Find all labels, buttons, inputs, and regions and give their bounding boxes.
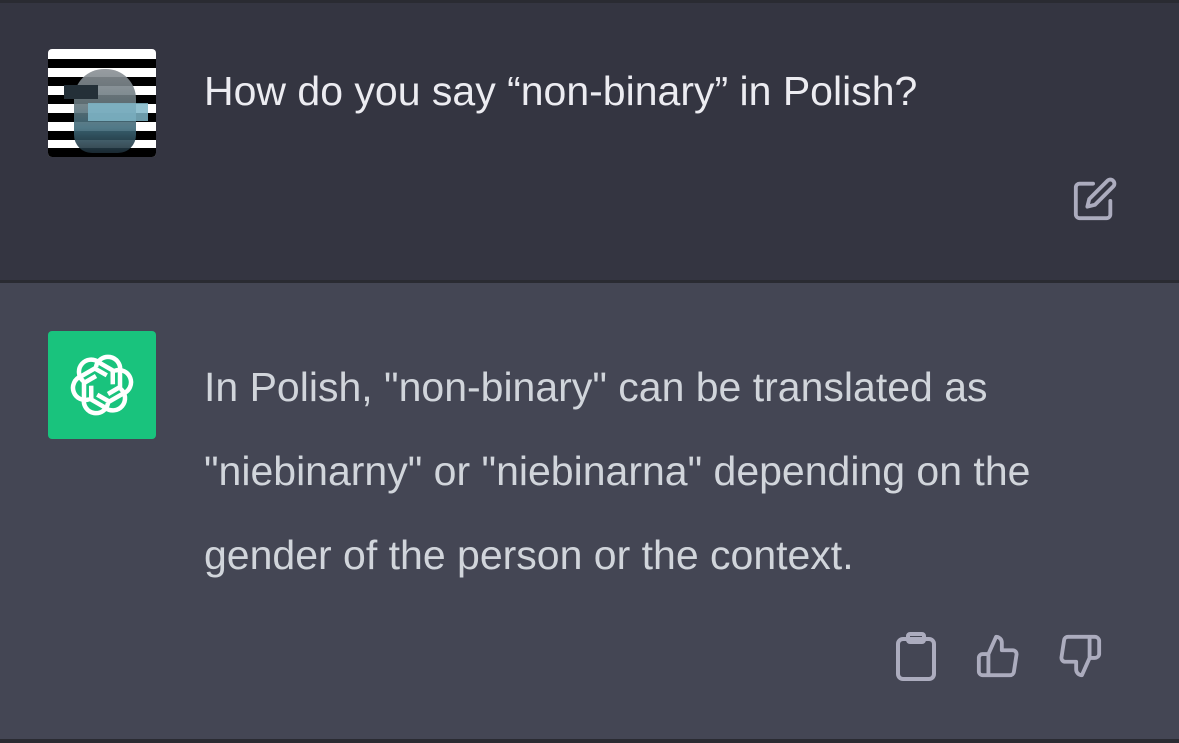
edit-icon: [1073, 177, 1117, 221]
bottom-border: [0, 739, 1179, 743]
message-actions: [888, 628, 1108, 684]
copy-icon: [896, 632, 936, 681]
user-message-text: How do you say “non-binary” in Polish?: [204, 68, 918, 114]
assistant-message-text: In Polish, "non-binary" can be translate…: [204, 364, 1031, 578]
edit-message-button[interactable]: [1068, 172, 1122, 226]
thumbs-down-button[interactable]: [1052, 628, 1108, 684]
openai-logo-icon: [70, 354, 134, 416]
copy-button[interactable]: [888, 628, 944, 684]
user-message-row: [0, 3, 1179, 280]
thumbs-up-button[interactable]: [970, 628, 1026, 684]
user-avatar: [48, 49, 156, 157]
thumbs-down-icon: [1059, 634, 1102, 678]
thumbs-up-icon: [976, 634, 1019, 678]
assistant-avatar: [48, 331, 156, 439]
